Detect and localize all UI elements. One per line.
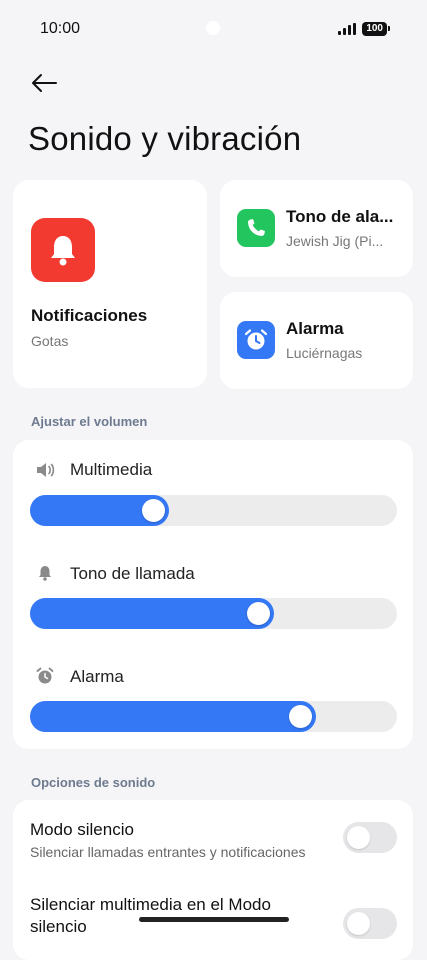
front-camera (206, 21, 220, 35)
notifications-title: Notificaciones (31, 306, 148, 325)
toggle-knob (347, 912, 370, 935)
alarm-clock-icon (35, 666, 55, 686)
ringtone-title: Tono de ala... (286, 207, 394, 226)
phone-icon (237, 209, 275, 247)
mute-media-title: Silenciar multimedia en el Modo silencio (30, 895, 271, 936)
slider-thumb[interactable] (289, 705, 312, 728)
back-button[interactable] (28, 68, 60, 98)
alarm-subtitle: Luciérnagas (286, 345, 363, 361)
battery-icon: 100 (362, 22, 390, 36)
silent-mode-toggle[interactable] (343, 822, 397, 853)
volume-section-label: Ajustar el volumen (31, 414, 148, 429)
multimedia-volume-slider[interactable] (30, 495, 397, 526)
silent-mode-subtitle: Silenciar llamadas entrantes y notificac… (30, 844, 306, 860)
silent-mode-title: Modo silencio (30, 820, 134, 839)
status-icons: 100 (338, 22, 390, 36)
bell-icon (31, 218, 95, 282)
alarm-card[interactable]: Alarma Luciérnagas (220, 292, 413, 389)
speaker-icon (35, 460, 55, 480)
alarm-volume-label: Alarma (70, 667, 124, 686)
ringtone-card[interactable]: Tono de ala... Jewish Jig (Pi... (220, 180, 413, 277)
ringtone-subtitle: Jewish Jig (Pi... (286, 233, 384, 249)
slider-fill (30, 701, 316, 732)
volume-card: Multimedia Tono de llamada Alarma (13, 440, 413, 749)
slider-fill (30, 598, 274, 629)
status-time: 10:00 (40, 20, 81, 37)
alarm-clock-icon (237, 321, 275, 359)
notifications-card[interactable]: Notificaciones Gotas (13, 180, 207, 388)
multimedia-label: Multimedia (70, 460, 153, 479)
toggle-knob (347, 826, 370, 849)
alarm-volume-slider[interactable] (30, 701, 397, 732)
signal-icon (338, 23, 357, 35)
back-arrow-icon (32, 74, 57, 92)
sound-options-section-label: Opciones de sonido (31, 775, 156, 790)
home-indicator (139, 917, 289, 922)
mute-media-toggle[interactable] (343, 908, 397, 939)
alarm-title: Alarma (286, 319, 344, 338)
bell-icon (35, 563, 55, 583)
status-bar: 10:00 100 (0, 0, 427, 60)
page-title: Sonido y vibración (28, 120, 302, 157)
slider-thumb[interactable] (142, 499, 165, 522)
slider-thumb[interactable] (247, 602, 270, 625)
notifications-subtitle: Gotas (31, 333, 69, 349)
sound-options-card: Modo silencio Silenciar llamadas entrant… (13, 800, 413, 960)
ringtone-volume-label: Tono de llamada (70, 564, 195, 583)
ringtone-volume-slider[interactable] (30, 598, 397, 629)
